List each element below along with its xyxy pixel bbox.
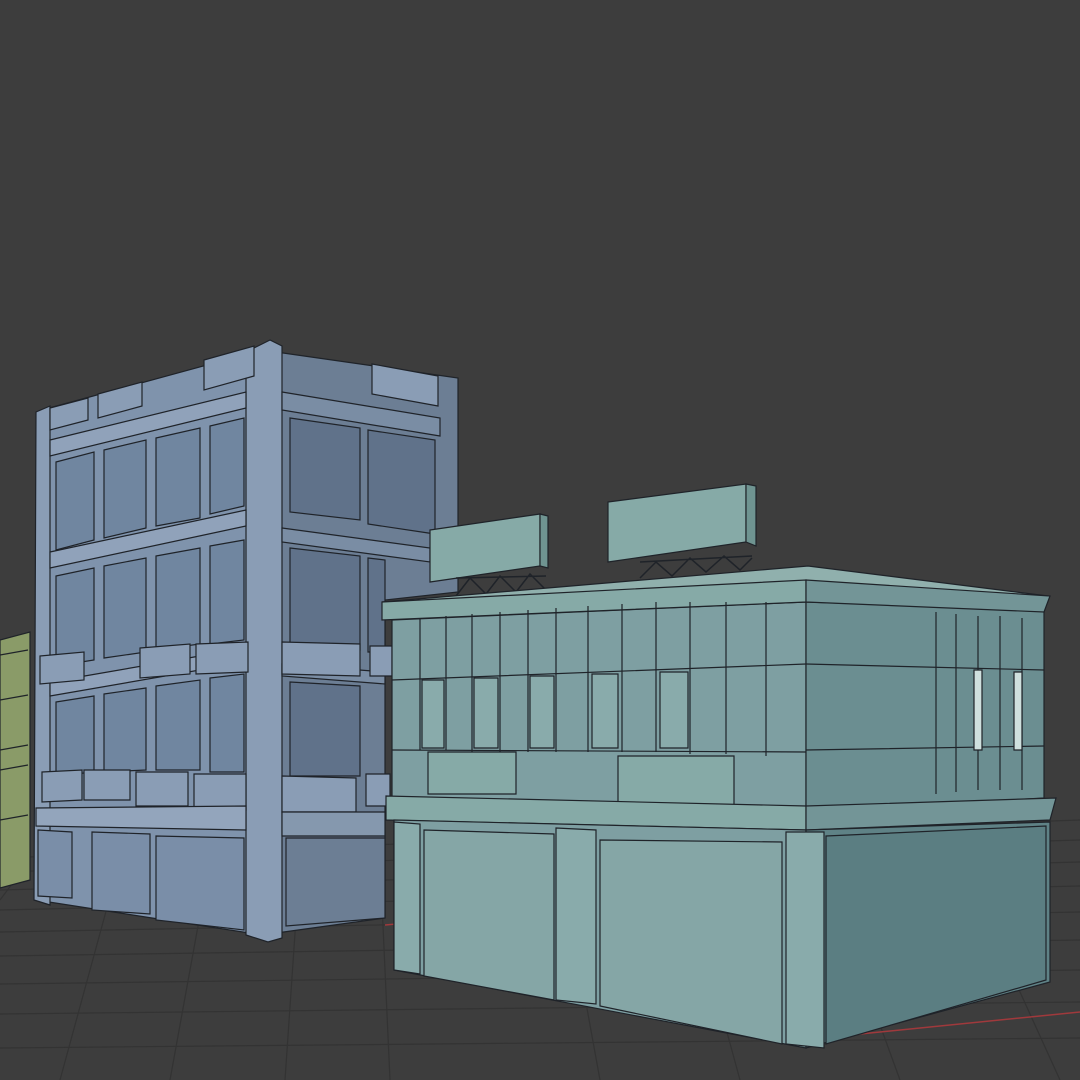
3d-viewport[interactable] bbox=[0, 0, 1080, 1080]
scene-canvas[interactable] bbox=[0, 0, 1080, 1080]
rooftop-billboard-right[interactable] bbox=[607, 483, 757, 579]
left-building-partial[interactable] bbox=[0, 631, 31, 889]
two-story-shop-building[interactable] bbox=[381, 565, 1057, 1049]
